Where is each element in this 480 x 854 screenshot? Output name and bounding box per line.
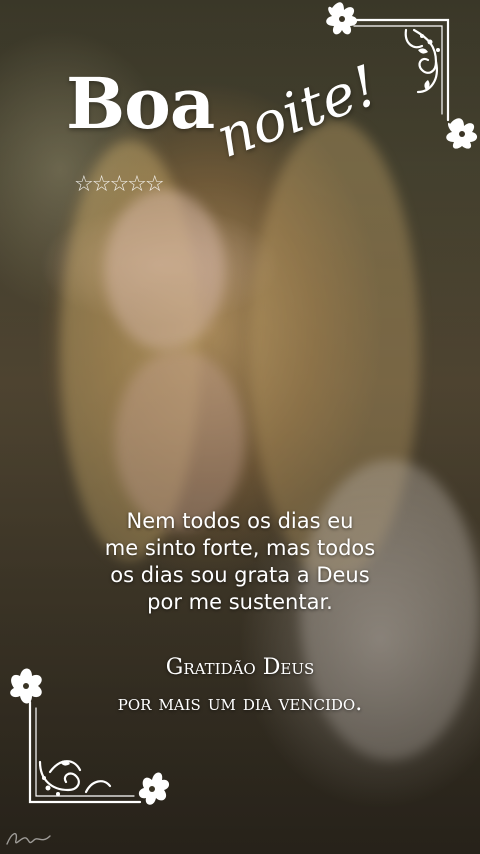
background-photo: Boa noite! ☆☆☆☆☆ Nem todos os dias eu me… <box>0 0 480 854</box>
floral-corner-ornament-icon <box>10 668 170 805</box>
message-line: Nem todos os dias eu <box>126 509 354 533</box>
star-rating: ☆☆☆☆☆ <box>74 172 165 197</box>
message-text: Nem todos os dias eu me sinto forte, mas… <box>60 508 420 616</box>
message-line: por me sustentar. <box>147 590 333 614</box>
artist-signature-icon <box>6 833 51 845</box>
message-line: os dias sou grata a Deus <box>110 563 370 587</box>
greeting-title-boa: Boa <box>66 62 215 145</box>
message-line: me sinto forte, mas todos <box>104 536 376 560</box>
